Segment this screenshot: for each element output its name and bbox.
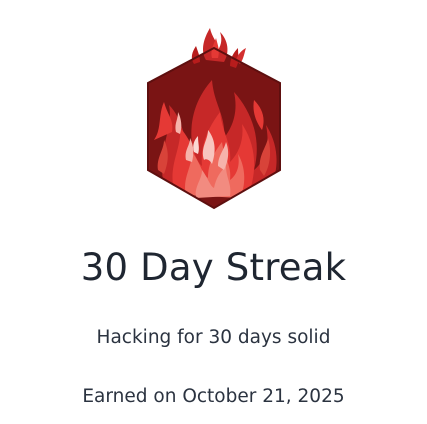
flame-hexagon-icon [146,28,281,210]
earned-date: Earned on October 21, 2025 [82,386,345,407]
achievement-description: Hacking for 30 days solid [96,327,331,348]
badge-container [0,20,427,215]
achievement-title: 30 Day Streak [80,246,347,289]
